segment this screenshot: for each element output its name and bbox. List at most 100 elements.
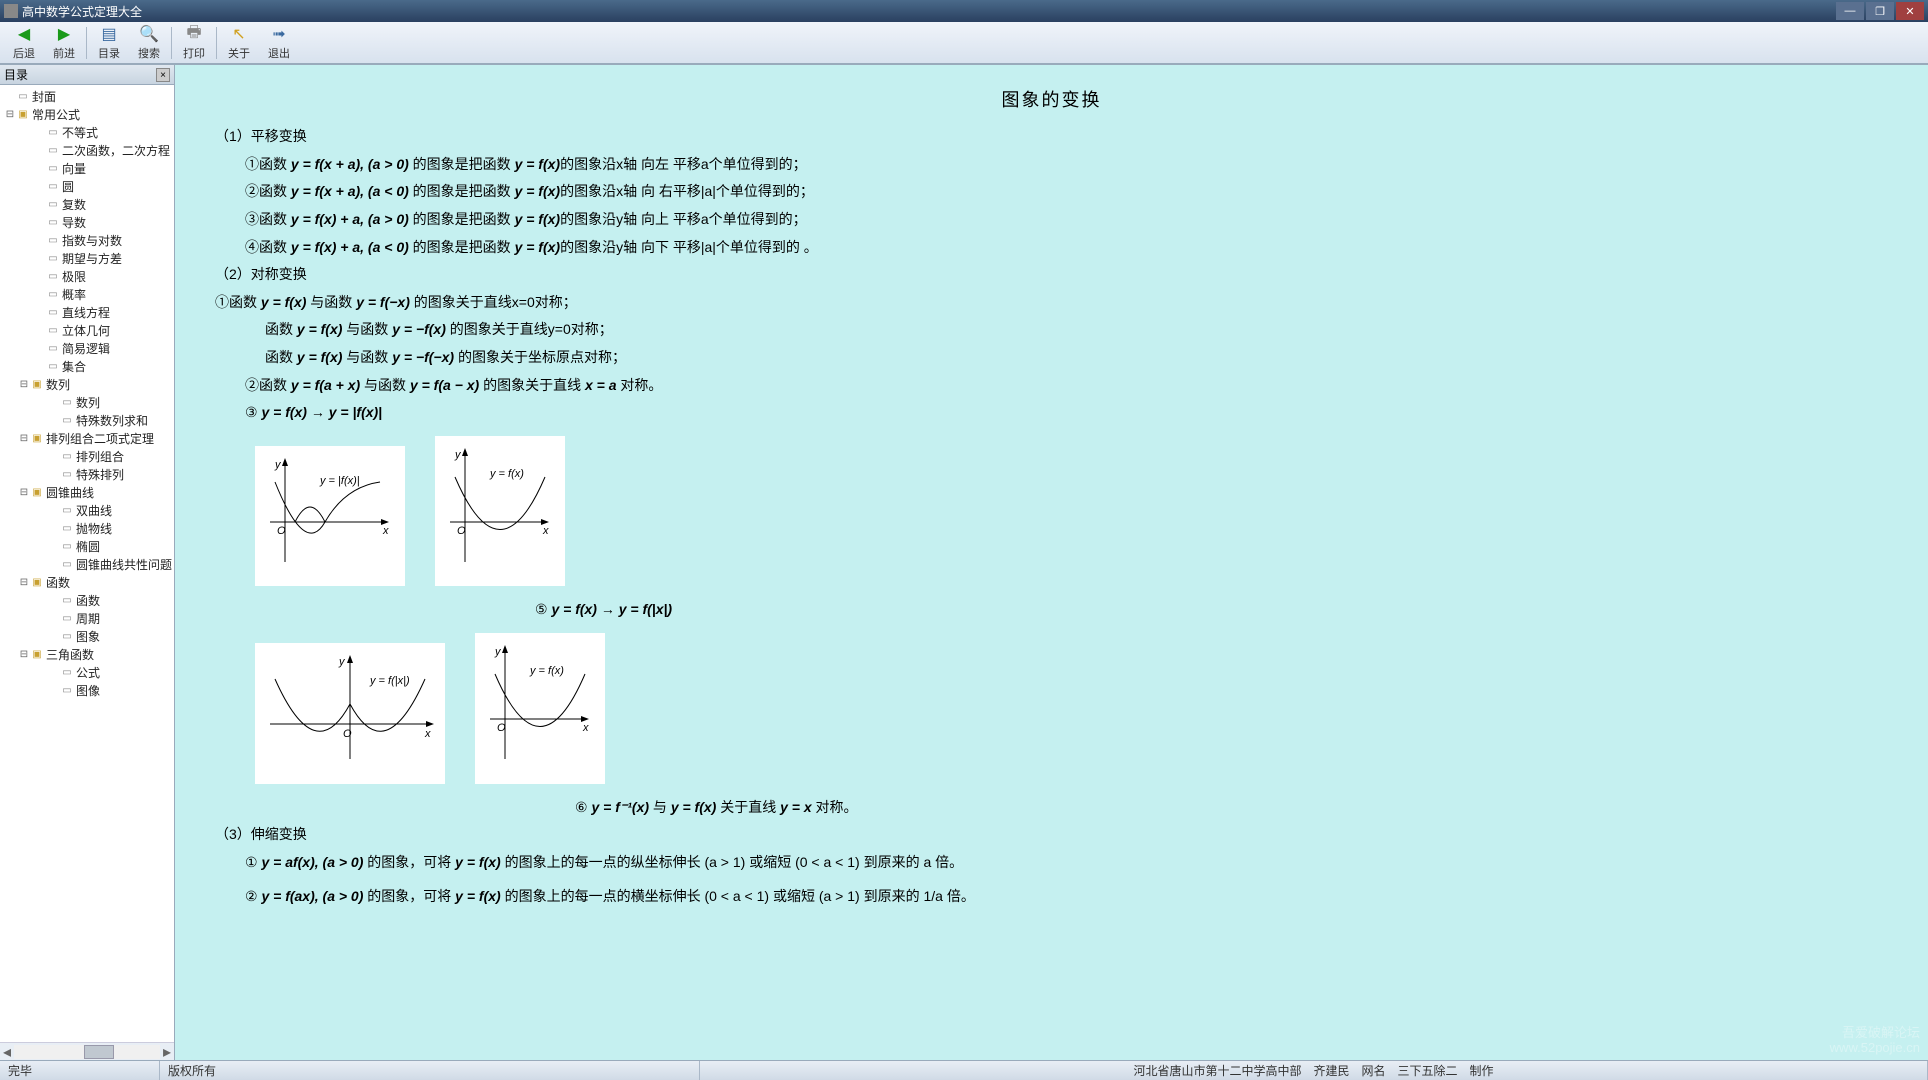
status-copyright: 版权所有 [160, 1061, 700, 1080]
page-icon: ▭ [60, 450, 74, 462]
book-icon: ▣ [30, 576, 44, 588]
tree-item[interactable]: ⊟▣常用公式 [0, 105, 174, 123]
tree-item[interactable]: ▭指数与对数 [0, 231, 174, 249]
tree-item[interactable]: ▭周期 [0, 609, 174, 627]
collapse-icon[interactable]: ⊟ [4, 109, 16, 120]
collapse-icon[interactable]: ⊟ [18, 649, 30, 660]
content-area[interactable]: 图象的变换 （1）平移变换 ①函数 y = f(x + a), (a > 0) … [175, 65, 1928, 1060]
section-heading: （3）伸缩变换 [215, 821, 1888, 848]
close-button[interactable]: ✕ [1896, 2, 1924, 20]
page-icon: ▭ [60, 558, 74, 570]
status-author: 河北省唐山市第十二中学高中部 齐建民 网名 三下五除二 制作 [700, 1061, 1928, 1080]
text-line: ②函数 y = f(x + a), (a < 0) 的图象是把函数 y = f(… [245, 178, 1888, 205]
maximize-button[interactable]: ❐ [1866, 2, 1894, 20]
tree-item[interactable]: ▭集合 [0, 357, 174, 375]
sidebar-title: 目录 [4, 66, 28, 83]
scrollbar-thumb[interactable] [84, 1045, 114, 1059]
tree-item[interactable]: ▭特殊排列 [0, 465, 174, 483]
tree-item[interactable]: ▭导数 [0, 213, 174, 231]
tree-item[interactable]: ▭图像 [0, 681, 174, 699]
tree-item[interactable]: ▭排列组合 [0, 447, 174, 465]
collapse-icon[interactable]: ⊟ [18, 577, 30, 588]
collapse-icon[interactable]: ⊟ [18, 433, 30, 444]
window-title: 高中数学公式定理大全 [22, 3, 142, 20]
tree-item[interactable]: ▭椭圆 [0, 537, 174, 555]
collapse-icon[interactable]: ⊟ [18, 487, 30, 498]
collapse-icon[interactable]: ⊟ [18, 379, 30, 390]
tree-item[interactable]: ▭不等式 [0, 123, 174, 141]
tree-item[interactable]: ▭复数 [0, 195, 174, 213]
text-line: 函数 y = f(x) 与函数 y = −f(−x) 的图象关于坐标原点对称； [265, 344, 1888, 371]
page-icon: ▭ [60, 396, 74, 408]
book-icon: ▣ [30, 432, 44, 444]
svg-text:y = |f(x)|: y = |f(x)| [319, 475, 360, 487]
tree-item[interactable]: ▭封面 [0, 87, 174, 105]
svg-text:O: O [457, 525, 466, 537]
tree-item[interactable]: ▭极限 [0, 267, 174, 285]
sidebar-close-button[interactable]: × [156, 68, 170, 82]
tree-item[interactable]: ▭立体几何 [0, 321, 174, 339]
page-icon: ▭ [60, 522, 74, 534]
tree-item[interactable]: ▭二次函数，二次方程 [0, 141, 174, 159]
tree-item[interactable]: ⊟▣三角函数 [0, 645, 174, 663]
svg-text:y: y [454, 449, 462, 461]
page-icon: ▭ [60, 504, 74, 516]
tree-item[interactable]: ▭概率 [0, 285, 174, 303]
text-line: ⑤ y = f(x) → y = f(|x|) [535, 596, 1888, 623]
page-icon: ▭ [60, 612, 74, 624]
page-icon: ▭ [46, 342, 60, 354]
exit-button[interactable]: ➟退出 [259, 23, 299, 63]
tree-item[interactable]: ⊟▣数列 [0, 375, 174, 393]
search-button[interactable]: 🔍搜索 [129, 23, 169, 63]
tree-item[interactable]: ▭双曲线 [0, 501, 174, 519]
about-button[interactable]: ↖关于 [219, 23, 259, 63]
page-icon: ▭ [46, 126, 60, 138]
print-icon: 🖶 [184, 24, 204, 44]
tree-item[interactable]: ⊟▣排列组合二项式定理 [0, 429, 174, 447]
book-icon: ▣ [16, 108, 30, 120]
page-icon: ▭ [46, 162, 60, 174]
tree-item[interactable]: ▭特殊数列求和 [0, 411, 174, 429]
tree-item[interactable]: ▭期望与方差 [0, 249, 174, 267]
page-icon: ▭ [60, 414, 74, 426]
text-line: 函数 y = f(x) 与函数 y = −f(x) 的图象关于直线y=0对称； [265, 316, 1888, 343]
app-icon [4, 4, 18, 18]
tree-item[interactable]: ▭图象 [0, 627, 174, 645]
page-icon: ▭ [46, 360, 60, 372]
minimize-button[interactable]: — [1836, 2, 1864, 20]
page-icon: ▭ [60, 684, 74, 696]
tree-item[interactable]: ⊟▣圆锥曲线 [0, 483, 174, 501]
book-icon: ▣ [30, 648, 44, 660]
book-icon: ▣ [30, 486, 44, 498]
svg-text:x: x [542, 525, 549, 537]
tree-item[interactable]: ▭公式 [0, 663, 174, 681]
tree-item[interactable]: ▭圆锥曲线共性问题 [0, 555, 174, 573]
sidebar-scrollbar[interactable]: ◂▸ [0, 1042, 174, 1060]
page-icon: ▭ [46, 288, 60, 300]
svg-text:y: y [494, 646, 502, 658]
svg-text:y: y [338, 656, 346, 668]
text-line: ② y = f(ax), (a > 0) 的图象，可将 y = f(x) 的图象… [245, 883, 1888, 910]
graph-fx2: yxO y = f(x) [475, 633, 605, 784]
tree-item[interactable]: ▭简易逻辑 [0, 339, 174, 357]
svg-text:y: y [274, 459, 282, 471]
forward-button[interactable]: ▶前进 [44, 23, 84, 63]
exit-icon: ➟ [269, 24, 289, 44]
page-icon: ▭ [60, 594, 74, 606]
graph-row: yxO y = |f(x)| yxO y = f(x) [255, 436, 1888, 587]
tree-item[interactable]: ▭直线方程 [0, 303, 174, 321]
tree-item[interactable]: ▭数列 [0, 393, 174, 411]
tree-item[interactable]: ▭抛物线 [0, 519, 174, 537]
print-button[interactable]: 🖶打印 [174, 23, 214, 63]
tree-item[interactable]: ▭向量 [0, 159, 174, 177]
page-icon: ▭ [46, 198, 60, 210]
tree-item[interactable]: ▭圆 [0, 177, 174, 195]
text-line: ① y = af(x), (a > 0) 的图象，可将 y = f(x) 的图象… [245, 849, 1888, 876]
svg-text:y = f(|x|): y = f(|x|) [369, 675, 410, 687]
back-button[interactable]: ◀后退 [4, 23, 44, 63]
catalog-button[interactable]: ▤目录 [89, 23, 129, 63]
tree[interactable]: ▭封面 ⊟▣常用公式 ▭不等式▭二次函数，二次方程▭向量▭圆▭复数▭导数▭指数与… [0, 85, 174, 1042]
tree-item[interactable]: ▭函数 [0, 591, 174, 609]
svg-text:O: O [497, 722, 506, 734]
tree-item[interactable]: ⊟▣函数 [0, 573, 174, 591]
